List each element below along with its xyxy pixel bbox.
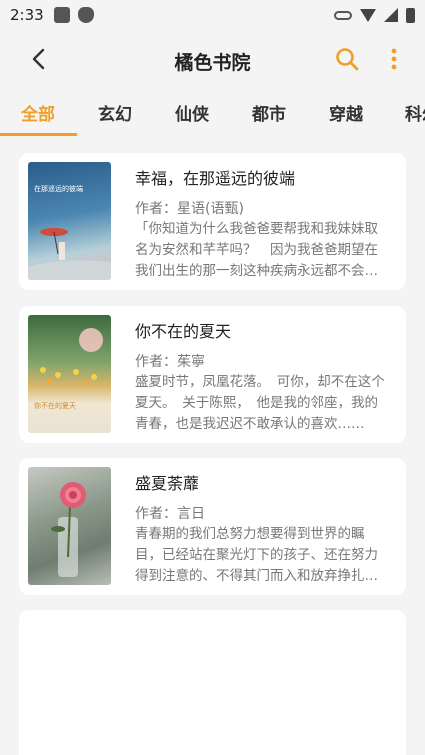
wifi-icon <box>360 8 376 22</box>
book-cover-image: 在那遥远的彼端 <box>28 162 111 280</box>
book-card-placeholder <box>19 610 406 755</box>
book-cover-text: 你不在的夏天 <box>34 402 76 410</box>
book-cover-image <box>28 467 111 585</box>
category-tabs: 全部 玄幻 仙侠 都市 穿越 科幻 <box>0 88 425 136</box>
book-description: 青春期的我们总努力想要得到世界的瞩目，已经站在聚光灯下的孩子、还在努力得到注意的… <box>135 526 378 584</box>
tab-kehuan[interactable]: 科幻 <box>405 100 425 125</box>
battery-icon <box>406 7 415 23</box>
search-icon[interactable] <box>332 44 362 74</box>
book-card[interactable]: 盛夏荼蘼 作者：言日 青春期的我们总努力想要得到世界的瞩目，已经站在聚光灯下的孩… <box>19 458 406 595</box>
status-time: 2:33 <box>10 6 44 24</box>
book-author: 作者：星语(语甄) <box>135 201 244 217</box>
signal-icon <box>384 8 398 22</box>
tab-xianxia[interactable]: 仙侠 <box>175 100 209 125</box>
book-card[interactable]: 你不在的夏天 你不在的夏天 作者：茱寧 盛夏时节，凤凰花落。 可你，却不在这个夏… <box>19 306 406 443</box>
book-author: 作者：言日 <box>135 506 205 522</box>
vpn-key-icon <box>334 10 352 20</box>
tab-dushi[interactable]: 都市 <box>252 100 286 125</box>
tab-xuanhuan[interactable]: 玄幻 <box>98 100 132 125</box>
book-description: 「你知道为什么我爸爸要帮我和我妹妹取名为安然和芊芊吗？ 因为我爸爸期望在我们出生… <box>135 221 378 279</box>
book-title: 幸福，在那遥远的彼端 <box>135 169 296 188</box>
book-title: 盛夏荼蘼 <box>135 474 200 493</box>
book-cover-text: 在那遥远的彼端 <box>34 185 83 193</box>
book-author: 作者：茱寧 <box>135 354 205 370</box>
book-description: 盛夏时节，凤凰花落。 可你，却不在这个夏天。 关于陈熙， 他是我的邻座，我的青春… <box>135 374 385 432</box>
book-cover-image: 你不在的夏天 <box>28 315 111 433</box>
book-title: 你不在的夏天 <box>135 322 232 341</box>
app-bar: 橘色书院 <box>0 30 425 88</box>
status-bar: 2:33 <box>0 0 425 30</box>
more-vertical-icon[interactable] <box>384 44 404 74</box>
book-card[interactable]: 在那遥远的彼端 幸福，在那遥远的彼端 作者：星语(语甄) 「你知道为什么我爸爸要… <box>19 153 406 290</box>
active-tab-indicator <box>0 133 77 136</box>
tab-chuanyue[interactable]: 穿越 <box>329 100 363 125</box>
notification-icon <box>53 7 70 23</box>
shield-icon <box>77 7 94 23</box>
tab-all[interactable]: 全部 <box>21 100 55 125</box>
